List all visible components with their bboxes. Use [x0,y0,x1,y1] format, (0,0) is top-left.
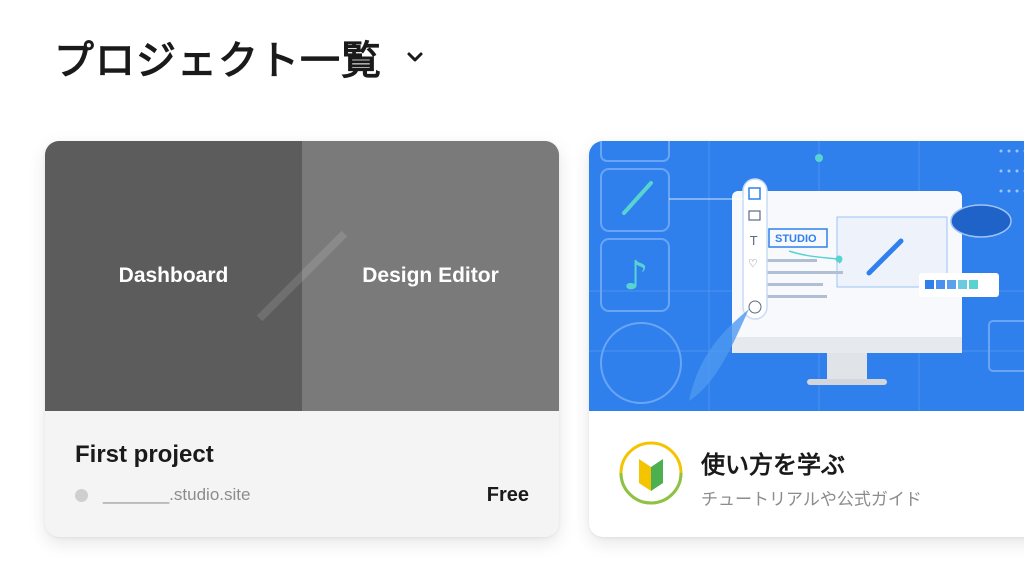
project-thumbnail: Dashboard Design Editor [45,141,559,411]
project-domain: _______.studio.site [103,485,251,504]
plan-badge: Free [486,484,529,506]
page-title: プロジェクト一覧 [54,38,382,84]
svg-text:T: T [749,234,758,248]
learn-subtitle: チュートリアルや公式ガイド [701,490,922,510]
design-editor-label: Design Editor [362,264,499,287]
illustration-logo-text: STUDIO [775,233,817,245]
chevron-down-icon[interactable] [404,46,426,68]
project-card[interactable]: Dashboard Design Editor First project __… [45,141,559,537]
page-header: プロジェクト一覧 [54,28,426,86]
learn-illustration: ♪ STUDIO T ♡ [589,141,1024,411]
beginner-mark-icon [619,441,683,505]
learn-card[interactable]: ♪ STUDIO T ♡ 使い方を学ぶ チュートリアルや公式ガイド [589,141,1024,537]
project-name: First project [75,441,214,468]
studio-illustration: ♪ STUDIO T ♡ [589,141,1024,411]
dashboard-label: Dashboard [118,264,229,287]
dashboard-link[interactable]: Dashboard [45,141,302,411]
learn-title: 使い方を学ぶ [701,451,845,479]
learn-info: 使い方を学ぶ チュートリアルや公式ガイド [589,411,1024,537]
publish-status-dot [75,489,88,502]
design-editor-link[interactable]: Design Editor [302,141,559,411]
svg-text:♡: ♡ [748,257,758,270]
project-info: First project _______.studio.site Free [45,411,559,537]
svg-text:♪: ♪ [623,253,649,299]
